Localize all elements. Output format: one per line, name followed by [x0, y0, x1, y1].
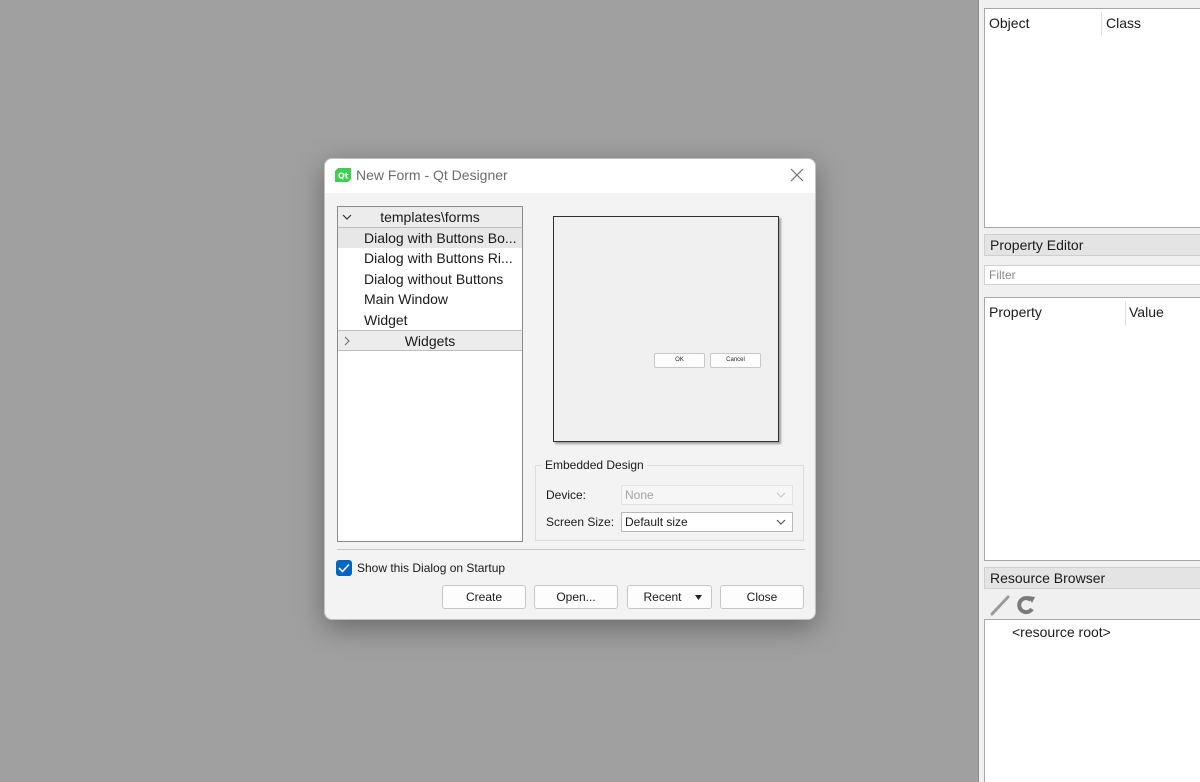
close-button[interactable]: Close [720, 585, 804, 609]
open-button[interactable]: Open... [534, 585, 618, 609]
property-filter-input[interactable]: Filter [984, 265, 1200, 285]
svg-text:Qt: Qt [338, 172, 349, 181]
column-object[interactable]: Object [985, 9, 1029, 37]
column-property[interactable]: Property [985, 298, 1042, 326]
pencil-icon[interactable] [989, 594, 1011, 616]
checkmark-icon [338, 563, 350, 573]
object-inspector-tree[interactable]: Object Class [984, 8, 1200, 228]
screen-size-combo[interactable]: Default size [621, 512, 793, 532]
resource-browser-title: Resource Browser [984, 567, 1200, 589]
dialog-title: New Form - Qt Designer [356, 167, 508, 183]
resource-tree[interactable]: <resource root> [984, 619, 1200, 782]
property-editor-title: Property Editor [984, 234, 1200, 256]
screen-size-value: Default size [625, 515, 688, 529]
tree-group-label: Widgets [404, 332, 456, 349]
recent-button[interactable]: Recent [627, 585, 712, 609]
template-tree[interactable]: templates\forms Dialog with Buttons Bo..… [337, 206, 523, 542]
chevron-down-icon [776, 492, 786, 498]
tree-item-main-window[interactable]: Main Window [338, 289, 522, 309]
dialog-titlebar[interactable]: Qt New Form - Qt Designer [325, 159, 815, 193]
show-on-startup-label[interactable]: Show this Dialog on Startup [357, 561, 505, 575]
embedded-design-group: Embedded Design Device: None Screen Size… [535, 458, 804, 541]
group-title: Embedded Design [542, 458, 647, 472]
dropdown-arrow-icon [695, 595, 702, 600]
new-form-dialog: Qt New Form - Qt Designer templates\form… [324, 158, 816, 620]
tree-item-dialog-no-buttons[interactable]: Dialog without Buttons [338, 269, 522, 289]
close-icon[interactable] [788, 166, 806, 184]
tree-group-widgets[interactable]: Widgets [338, 329, 522, 351]
preview-cancel-button: Cancel [710, 353, 761, 368]
reload-icon[interactable] [1015, 594, 1037, 616]
chevron-down-icon[interactable] [776, 519, 786, 525]
form-preview: OK Cancel [553, 216, 779, 442]
divider [337, 549, 805, 550]
tree-group-label: templates\forms [380, 209, 480, 225]
qt-app-icon: Qt [335, 168, 351, 182]
resource-toolbar [989, 593, 1037, 617]
show-on-startup-checkbox[interactable] [336, 560, 352, 576]
column-value[interactable]: Value [1125, 298, 1164, 326]
preview-ok-button: OK [654, 353, 705, 368]
device-value: None [625, 488, 654, 502]
recent-button-label: Recent [643, 590, 682, 604]
tree-group-templates[interactable]: templates\forms [338, 207, 522, 228]
resource-root-item[interactable]: <resource root> [1012, 624, 1111, 640]
property-editor-table[interactable]: Property Value [984, 297, 1200, 561]
tree-item-dialog-buttons-bottom[interactable]: Dialog with Buttons Bo... [338, 228, 522, 249]
column-class[interactable]: Class [1102, 9, 1141, 37]
tree-item-dialog-buttons-right[interactable]: Dialog with Buttons Ri... [338, 248, 522, 268]
screen-size-label: Screen Size: [546, 515, 615, 529]
dock-panel: Object Class Property Editor Filter Prop… [978, 0, 1200, 782]
device-combo: None [621, 485, 793, 505]
tree-item-widget[interactable]: Widget [338, 310, 522, 330]
device-label: Device: [546, 488, 587, 502]
create-button[interactable]: Create [442, 585, 526, 609]
